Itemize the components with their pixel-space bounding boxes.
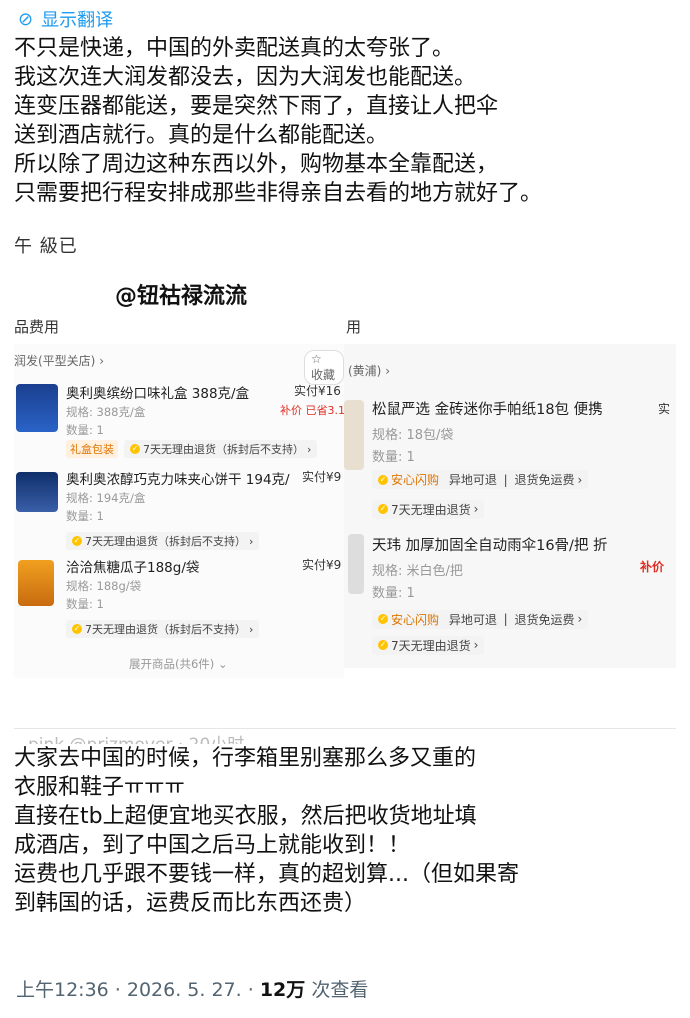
order-panel: (黄浦) › 松鼠严选 金砖迷你手帕纸18包 便携 实 规格: 18包/袋 数量… (344, 344, 676, 668)
tag-free-return-shipping: 退货免运费 (514, 473, 575, 487)
section-header: 用 (346, 318, 362, 336)
caption-line: 衣服和鞋子ㅠㅠㅠ (14, 775, 185, 800)
check-icon: ✓ (378, 474, 388, 485)
store-label: 润发(平型关店) (14, 354, 96, 368)
item-qty: 数量: 1 (66, 509, 104, 523)
expand-label: 展开商品(共6件) (129, 657, 215, 671)
item-spec: 规格: 米白色/把 (372, 564, 463, 579)
item-tags: 礼盒包装 ✓ 7天无理由退货（拆封后不支持） › (66, 440, 318, 458)
tag-return-label: 7天无理由退货 (391, 502, 471, 517)
tag-return-label: 7天无理由退货（拆封后不支持） (85, 623, 246, 636)
item-tags: ✓ 7天无理由退货 › (372, 496, 485, 519)
caption-top: 不只是快递，中国的外卖配送真的太夸张了。 我这次连大润发都没去，因为大润发也能配… (14, 34, 690, 208)
item-spec: 规格: 18包/袋 (372, 428, 454, 443)
tag-gift: 礼盒包装 (66, 440, 118, 458)
caption-line: 直接在tb上超便宜地买衣服，然后把收货地址填 (14, 804, 477, 829)
order-card-right: 用 (黄浦) › 松鼠严选 金砖迷你手帕纸18包 便携 实 规格: 18包/袋 … (344, 308, 676, 668)
tag-return: ✓ 7天无理由退货（拆封后不支持） › (66, 620, 260, 638)
tag-return-label: 7天无理由退货 (391, 638, 471, 653)
translate-label: 显示翻译 (41, 10, 114, 31)
product-thumb-oreo-giftbox[interactable] (16, 384, 58, 432)
expand-items-button[interactable]: 展开商品(共6件) ⌄ (129, 656, 228, 672)
item-price: 实付¥9 (302, 558, 342, 572)
item-spec: 规格: 388克/盒 (66, 405, 146, 419)
tag-return: ✓ 7天无理由退货（拆封后不支持） › (66, 532, 260, 550)
subsidy-price: 补价 已省3.1 (280, 404, 345, 417)
caption-line: 运费也几乎跟不要钱一样，真的超划算...（但如果寄 (14, 862, 519, 887)
item-price: 实付¥16 (294, 384, 341, 398)
caption-line: 不只是快递，中国的外卖配送真的太夸张了。 (14, 36, 455, 61)
product-thumb-umbrella[interactable] (348, 534, 364, 594)
show-translation-link[interactable]: ⊘ 显示翻译 (18, 6, 113, 32)
caption-line: 连变压器都能送，要是突然下雨了，直接让人把伞 (14, 94, 499, 119)
item-qty: 数量: 1 (66, 423, 104, 437)
caption-line: 所以除了周边这种东西以外，购物基本全靠配送， (14, 152, 499, 177)
tag-flash-label: 安心闪购 (391, 612, 440, 627)
tag-return: ✓ 7天无理由退货（拆封后不支持） › (124, 440, 318, 458)
view-label: 次查看 (311, 979, 369, 1001)
check-icon: ✓ (378, 614, 388, 624)
item-qty: 数量: 1 (372, 450, 415, 465)
product-thumb-tissue[interactable] (344, 400, 364, 470)
caption-line: 到韩国的话，运费反而比东西还贵） (14, 891, 367, 916)
globe-icon: ⊘ (18, 8, 34, 30)
item-title[interactable]: 洽洽焦糖瓜子188g/袋 (66, 556, 199, 576)
item-tags: ✓ 安心闪购 异地可退 | 退货免运费 › (372, 606, 589, 629)
item-tags: ✓ 7天无理由退货（拆封后不支持） › (66, 528, 260, 550)
tag-return-label: 7天无理由退货（拆封后不支持） (143, 443, 304, 456)
order-panel: 润发(平型关店) › ☆ 收藏 奥利奥缤纷口味礼盒 388克/盒 实付¥16 补… (14, 344, 345, 678)
item-tags: ✓ 7天无理由退货（拆封后不支持） › (66, 616, 260, 638)
item-price: 实 (658, 402, 671, 416)
item-title[interactable]: 奥利奥缤纷口味礼盒 388克/盒 (66, 382, 249, 402)
caption-line: 我这次连大润发都没去，因为大润发也能配送。 (14, 65, 477, 90)
tag-flash-label: 安心闪购 (391, 473, 440, 487)
check-icon: ✓ (378, 504, 388, 514)
collect-label: 收藏 (311, 368, 336, 382)
post-time[interactable]: 上午12:36 · 2026. 5. 27. · (16, 979, 254, 1001)
overlapped-text: 午 級已 (14, 236, 78, 257)
store-name[interactable]: (黄浦) › (348, 362, 390, 379)
check-icon: ✓ (72, 624, 82, 634)
caption-line: 大家去中国的时候，行李箱里别塞那么多又重的 (14, 746, 477, 771)
item-spec: 规格: 194克/盒 (66, 491, 146, 505)
tag-return: ✓ 7天无理由退货 › (372, 499, 485, 519)
item-spec: 规格: 188g/袋 (66, 579, 142, 593)
product-thumb-sunflower-seeds[interactable] (18, 560, 54, 606)
product-thumb-oreo-choco[interactable] (16, 472, 58, 512)
caption-line: 只需要把行程安排成那些非得亲自去看的地方就好了。 (14, 181, 543, 206)
check-icon: ✓ (130, 444, 140, 454)
item-title[interactable]: 天玮 加厚加固全自动雨伞16骨/把 折 (372, 534, 608, 555)
item-price: 实付¥9 (302, 470, 342, 484)
tag-return-label: 7天无理由退货（拆封后不支持） (85, 535, 246, 548)
quoted-tweet-border (14, 728, 676, 729)
check-icon: ✓ (378, 640, 388, 650)
collect-button[interactable]: ☆ 收藏 (304, 350, 344, 385)
tag-return: ✓ 7天无理由退货 › (372, 635, 485, 655)
tag-flash: ✓ 安心闪购 异地可退 | 退货免运费 › (372, 609, 589, 629)
tag-flash: ✓ 安心闪购 异地可退 | 退货免运费 › (372, 470, 589, 489)
caption-line: 成酒店，到了中国之后马上就能收到！！ (14, 833, 411, 858)
item-tags: ✓ 7天无理由退货 › (372, 632, 485, 655)
caption-bottom: 大家去中国的时候，行李箱里别塞那么多又重的 衣服和鞋子ㅠㅠㅠ 直接在tb上超便宜… (14, 744, 690, 918)
store-label: (黄浦) (348, 364, 382, 378)
caption-line: 送到酒店就行。真的是什么都能配送。 (14, 123, 389, 148)
item-title[interactable]: 松鼠严选 金砖迷你手帕纸18包 便携 (372, 398, 603, 419)
order-card-left: 品费用 润发(平型关店) › ☆ 收藏 奥利奥缤纷口味礼盒 388克/盒 实付¥… (14, 308, 345, 678)
store-name[interactable]: 润发(平型关店) › (14, 352, 104, 369)
tag-free-return-shipping: 退货免运费 (514, 612, 575, 627)
tag-remote-return: 异地可退 (448, 612, 497, 627)
section-header: 品费用 (14, 318, 60, 336)
tag-remote-return: 异地可退 (448, 473, 497, 487)
author-handle: @钮祜禄流流 (115, 284, 248, 309)
item-title[interactable]: 奥利奥浓醇巧克力味夹心饼干 194克/ (66, 468, 290, 488)
subsidy-price: 补价 (640, 560, 665, 574)
item-qty: 数量: 1 (372, 586, 415, 601)
item-qty: 数量: 1 (66, 597, 104, 611)
check-icon: ✓ (72, 536, 82, 546)
view-count: 12万 (259, 979, 306, 1001)
item-tags: ✓ 安心闪购 异地可退 | 退货免运费 › (372, 470, 589, 489)
tweet-meta: 上午12:36 · 2026. 5. 27. · 12万 次查看 (16, 975, 368, 1002)
